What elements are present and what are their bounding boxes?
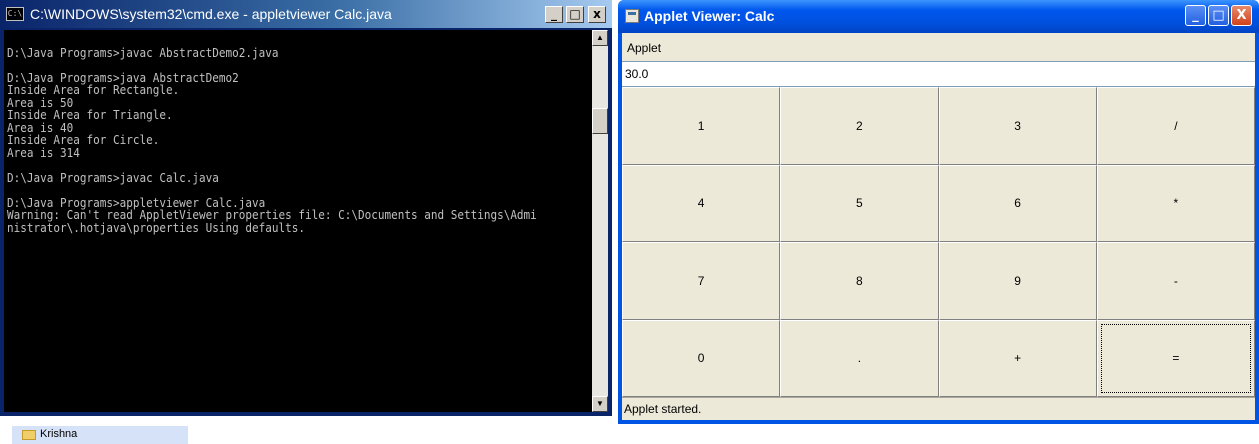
folder-label: Krishna [40, 428, 78, 440]
applet-maximize-button[interactable]: □ [1208, 5, 1229, 26]
calc-button-5[interactable]: 5 [780, 164, 939, 242]
cmd-console[interactable]: D:\Java Programs>javac AbstractDemo2.jav… [4, 30, 592, 412]
scroll-down-arrow-icon[interactable]: ▼ [592, 396, 608, 412]
calc-button-decimal[interactable]: . [780, 319, 939, 397]
calc-button-3[interactable]: 3 [938, 87, 1097, 165]
calc-button-9[interactable]: 9 [938, 242, 1097, 320]
applet-viewer-window: Applet Viewer: Calc _ □ X Applet 30.0 1 … [618, 0, 1259, 424]
applet-client-area: Applet 30.0 1 2 3 / 4 5 6 * 7 8 9 - 0 . … [622, 33, 1255, 420]
calc-button-divide[interactable]: / [1096, 87, 1255, 165]
folder-icon [22, 430, 36, 440]
calc-button-add[interactable]: + [938, 319, 1097, 397]
calc-button-multiply[interactable]: * [1096, 164, 1255, 242]
calculator-display-field[interactable]: 30.0 [622, 61, 1255, 87]
applet-status-bar: Applet started. [622, 397, 1255, 420]
cmd-close-button[interactable]: x [588, 6, 606, 23]
cmd-output-text: D:\Java Programs>javac AbstractDemo2.jav… [7, 44, 537, 235]
cmd-window-title: C:\WINDOWS\system32\cmd.exe - appletview… [30, 6, 392, 22]
calc-button-2[interactable]: 2 [780, 87, 939, 165]
cmd-minimize-button[interactable]: _ [545, 6, 563, 23]
calc-button-6[interactable]: 6 [938, 164, 1097, 242]
java-window-icon[interactable] [625, 9, 639, 23]
calc-button-8[interactable]: 8 [780, 242, 939, 320]
applet-minimize-button[interactable]: _ [1185, 5, 1206, 26]
calculator-keypad: 1 2 3 / 4 5 6 * 7 8 9 - 0 . + = [622, 87, 1255, 397]
explorer-folder-item[interactable]: Krishna [12, 426, 188, 444]
cmd-window: C:\ C:\WINDOWS\system32\cmd.exe - applet… [0, 0, 612, 416]
applet-titlebar[interactable]: Applet Viewer: Calc _ □ X [618, 0, 1259, 33]
calc-button-1[interactable]: 1 [622, 87, 781, 165]
scroll-up-arrow-icon[interactable]: ▲ [592, 30, 608, 46]
calc-button-subtract[interactable]: - [1096, 242, 1255, 320]
applet-close-button[interactable]: X [1231, 5, 1252, 26]
cmd-scrollbar-thumb[interactable] [592, 108, 608, 134]
cmd-titlebar[interactable]: C:\ C:\WINDOWS\system32\cmd.exe - applet… [0, 0, 612, 28]
cmd-window-icon[interactable]: C:\ [6, 7, 24, 21]
calc-button-7[interactable]: 7 [622, 242, 781, 320]
calc-button-equals[interactable]: = [1096, 319, 1255, 397]
calc-button-0[interactable]: 0 [622, 319, 781, 397]
applet-menu[interactable]: Applet [627, 41, 661, 55]
applet-window-title: Applet Viewer: Calc [644, 8, 775, 24]
cmd-restore-button[interactable]: □ [566, 6, 584, 23]
cmd-scrollbar[interactable]: ▲ ▼ [592, 30, 608, 412]
calc-button-4[interactable]: 4 [622, 164, 781, 242]
